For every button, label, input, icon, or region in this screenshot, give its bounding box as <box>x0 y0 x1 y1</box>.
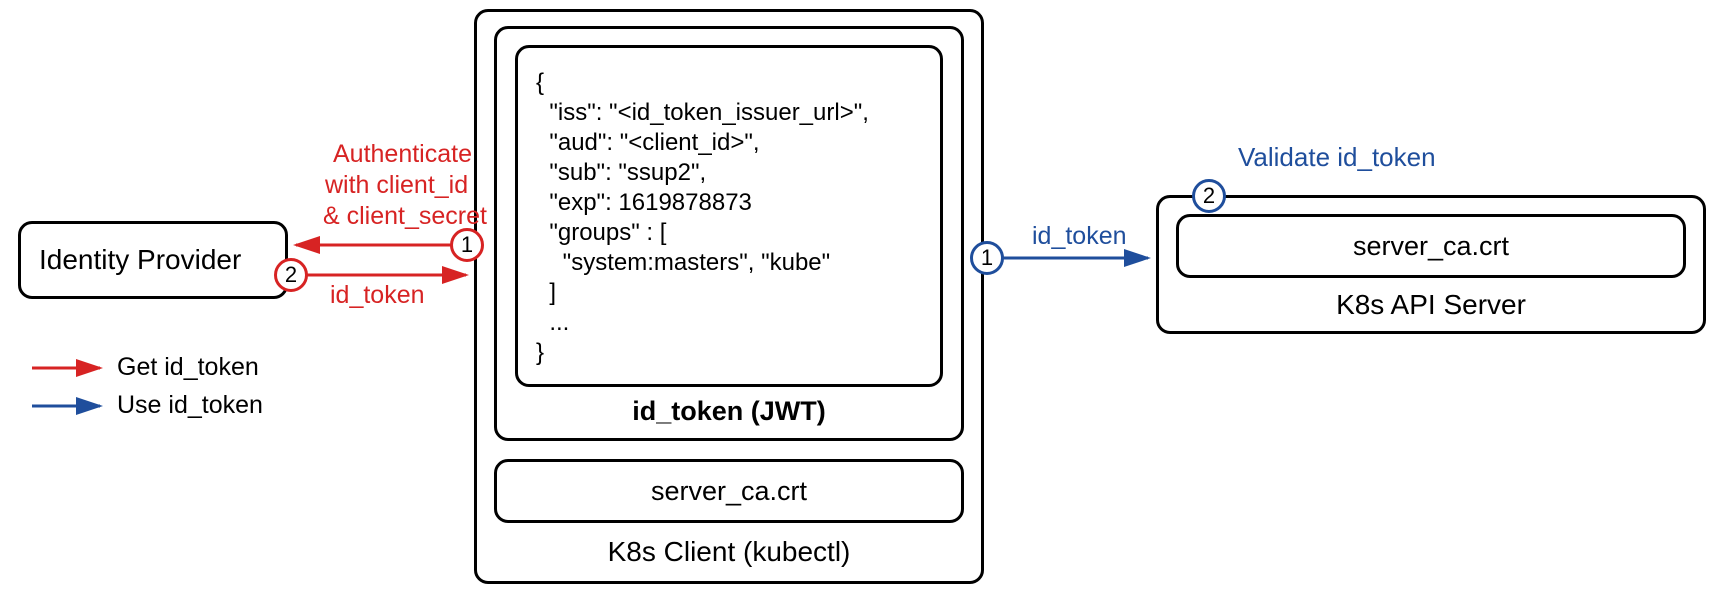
identity-provider-box: Identity Provider <box>18 221 288 299</box>
blue-step-1-num: 1 <box>981 245 993 271</box>
blue-step-2-num: 2 <box>1203 183 1215 209</box>
k8s-api-server-title: K8s API Server <box>1156 289 1706 321</box>
auth-label-line3: & client_secret <box>323 202 487 231</box>
auth-label-line2: with client_id <box>325 171 468 200</box>
api-server-ca-box: server_ca.crt <box>1176 214 1686 278</box>
blue-id-token-label: id_token <box>1032 222 1127 251</box>
client-server-ca-box: server_ca.crt <box>494 459 964 523</box>
blue-step-1-circle: 1 <box>970 241 1004 275</box>
legend-use-label: Use id_token <box>117 391 263 420</box>
identity-provider-title: Identity Provider <box>39 244 241 276</box>
validate-id-token-label: Validate id_token <box>1238 142 1436 173</box>
red-step-1-circle: 1 <box>450 228 484 262</box>
auth-label-line1: Authenticate <box>333 140 472 169</box>
red-step-2-circle: 2 <box>274 258 308 292</box>
jwt-code-box: { "iss": "<id_token_issuer_url>", "aud":… <box>515 45 943 387</box>
blue-step-2-circle: 2 <box>1192 179 1226 213</box>
api-server-ca-label: server_ca.crt <box>1179 231 1683 262</box>
jwt-label: id_token (JWT) <box>494 396 964 427</box>
red-step-2-num: 2 <box>285 262 297 288</box>
red-step-1-num: 1 <box>461 232 473 258</box>
legend-get-label: Get id_token <box>117 353 259 382</box>
red-id-token-label: id_token <box>330 281 425 310</box>
jwt-code: { "iss": "<id_token_issuer_url>", "aud":… <box>536 68 869 368</box>
k8s-client-title: K8s Client (kubectl) <box>474 536 984 568</box>
client-server-ca-label: server_ca.crt <box>497 476 961 507</box>
